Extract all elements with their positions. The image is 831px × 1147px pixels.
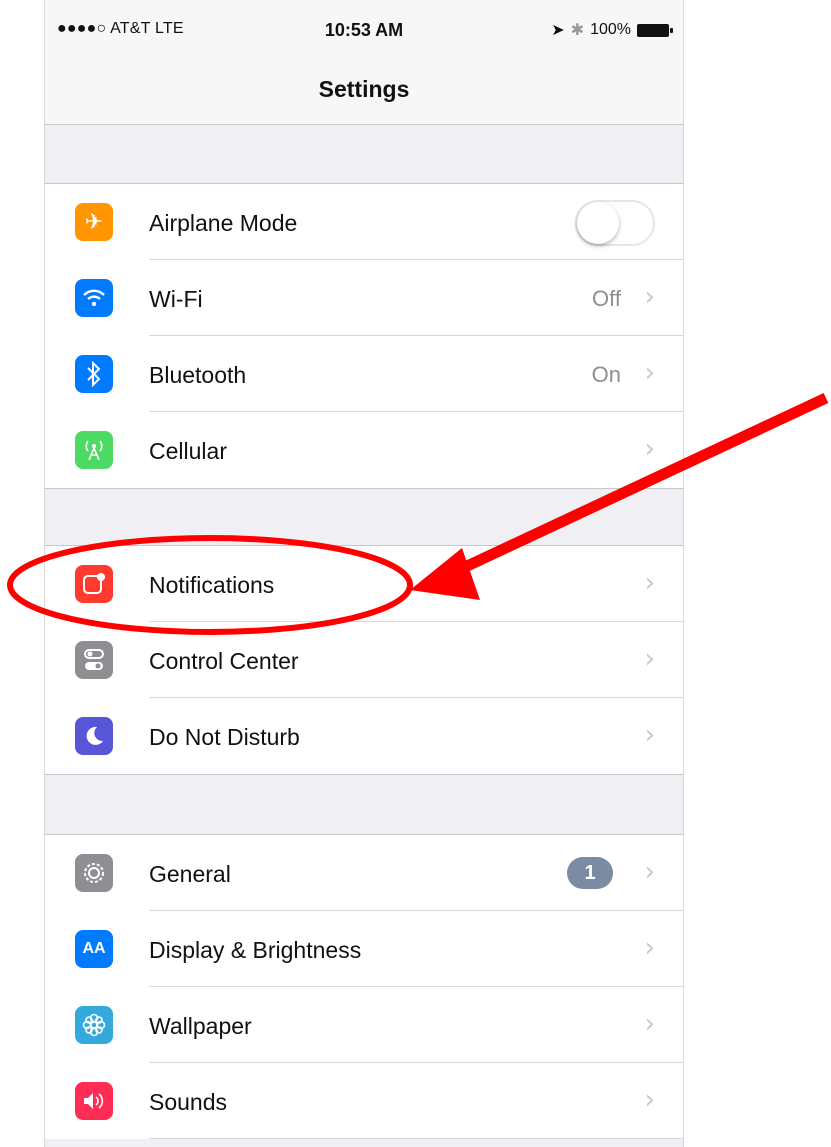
chevron-right-icon: › [644, 1085, 655, 1115]
row-label: Wallpaper [149, 1013, 252, 1039]
control-center-icon [75, 641, 113, 679]
settings-screen: ●●●●○ AT&T LTE 10:53 AM ➤ ✱ 100% Setting… [44, 0, 684, 1147]
wallpaper-icon [75, 1006, 113, 1044]
wifi-icon [75, 279, 113, 317]
row-airplane-mode[interactable]: ✈ Airplane Mode [45, 184, 683, 260]
row-label: Display & Brightness [149, 937, 362, 963]
chevron-right-icon: › [644, 358, 655, 388]
chevron-right-icon: › [644, 857, 655, 887]
chevron-right-icon: › [644, 282, 655, 312]
sounds-icon [75, 1082, 113, 1120]
row-notifications[interactable]: Notifications › [45, 546, 683, 622]
row-label: Airplane Mode [149, 210, 298, 236]
row-wifi[interactable]: Wi-Fi Off › [45, 260, 683, 336]
row-control-center[interactable]: Control Center › [45, 622, 683, 698]
chevron-right-icon: › [644, 933, 655, 963]
airplane-mode-toggle[interactable] [575, 200, 655, 246]
row-label: Do Not Disturb [149, 724, 300, 750]
row-label: Control Center [149, 648, 299, 674]
row-label: Bluetooth [149, 362, 247, 388]
gear-icon [75, 854, 113, 892]
moon-icon [75, 717, 113, 755]
page-title: Settings [318, 76, 410, 102]
row-label: Wi-Fi [149, 286, 203, 312]
airplane-icon: ✈ [75, 203, 113, 241]
update-count-badge: 1 [567, 857, 613, 889]
row-label: Cellular [149, 438, 227, 464]
location-icon: ➤ [551, 22, 565, 39]
settings-group-notifications: Notifications › Control Center › Do Not … [45, 545, 683, 775]
chevron-right-icon: › [644, 434, 655, 464]
row-sounds[interactable]: Sounds › [45, 1063, 683, 1139]
bluetooth-status-icon: ✱ [570, 22, 585, 39]
bluetooth-status-value: On [591, 362, 621, 387]
row-separator [149, 1138, 683, 1139]
chevron-right-icon: › [644, 1009, 655, 1039]
settings-group-connectivity: ✈ Airplane Mode Wi-Fi Off › Bluetooth On… [45, 183, 683, 489]
navigation-bar: Settings [45, 52, 683, 125]
status-right: ➤ ✱ 100% [551, 20, 673, 40]
row-label: Notifications [149, 572, 275, 598]
bluetooth-icon [75, 355, 113, 393]
chevron-right-icon: › [644, 644, 655, 674]
row-label: Sounds [149, 1089, 228, 1115]
cellular-icon [75, 431, 113, 469]
row-wallpaper[interactable]: Wallpaper › [45, 987, 683, 1063]
display-icon: AA [75, 930, 113, 968]
row-do-not-disturb[interactable]: Do Not Disturb › [45, 698, 683, 774]
row-cellular[interactable]: Cellular › [45, 412, 683, 488]
row-general[interactable]: General 1 › [45, 835, 683, 911]
row-label: General [149, 861, 231, 887]
wifi-status-value: Off [592, 286, 621, 311]
notifications-icon [75, 565, 113, 603]
toggle-knob [577, 202, 619, 244]
battery-percent: 100% [590, 21, 631, 38]
status-bar: ●●●●○ AT&T LTE 10:53 AM ➤ ✱ 100% [45, 0, 683, 52]
chevron-right-icon: › [644, 568, 655, 598]
settings-group-general: General 1 › AA Display & Brightness › Wa… [45, 834, 683, 1139]
row-bluetooth[interactable]: Bluetooth On › [45, 336, 683, 412]
row-display-brightness[interactable]: AA Display & Brightness › [45, 911, 683, 987]
chevron-right-icon: › [644, 720, 655, 750]
battery-icon [637, 23, 673, 37]
